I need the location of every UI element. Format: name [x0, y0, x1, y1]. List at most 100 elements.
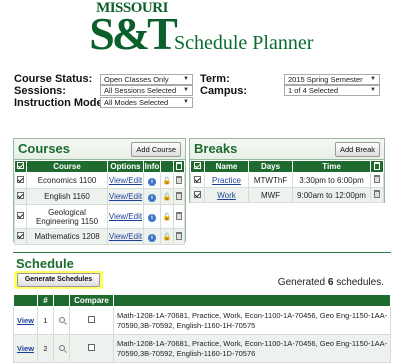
course-checkbox[interactable]: [17, 232, 24, 239]
info-icon[interactable]: i: [148, 233, 156, 242]
breaks-title: Breaks: [194, 141, 238, 156]
magnifier-icon[interactable]: [58, 345, 65, 351]
preview-column-header: [53, 294, 70, 307]
select-all-column: [14, 160, 27, 173]
course-checkbox[interactable]: [17, 176, 24, 183]
lock-icon[interactable]: 🔓: [163, 233, 172, 241]
view-edit-link[interactable]: View/Edit: [109, 192, 142, 201]
compare-checkbox[interactable]: [88, 344, 95, 351]
break-checkbox[interactable]: [194, 175, 201, 183]
description-column-header: [113, 294, 391, 307]
lock-icon[interactable]: 🔓: [163, 177, 172, 185]
courses-table: Course Options Info Economics 1100 View/…: [14, 160, 185, 245]
trash-icon[interactable]: [176, 211, 182, 220]
break-name-link[interactable]: Work: [217, 191, 236, 200]
chevron-down-icon: ▼: [183, 76, 189, 82]
generated-count: 6: [327, 277, 334, 288]
course-name: English 1160: [26, 188, 108, 205]
course-checkbox[interactable]: [17, 192, 24, 199]
term-select[interactable]: 2015 Spring Semester ▼: [284, 74, 380, 85]
trash-icon: [176, 161, 182, 170]
view-schedule-link[interactable]: View: [17, 316, 34, 325]
course-row: Geological Engineering 1150 View/Edit i …: [14, 204, 185, 229]
view-edit-link[interactable]: View/Edit: [109, 232, 142, 241]
sessions-select[interactable]: All Sessions Selected ▼: [100, 85, 193, 96]
break-time: 3:30pm to 6:00pm: [292, 172, 371, 188]
trash-icon[interactable]: [176, 191, 182, 200]
instruction-mode-select[interactable]: All Modes Selected ▼: [100, 97, 193, 108]
delete-column-header: [370, 160, 384, 173]
schedule-table: # Compare View 1 Math-1208-1A-70681, Pra…: [13, 294, 391, 363]
view-edit-link[interactable]: View/Edit: [109, 212, 142, 221]
lock-icon[interactable]: 🔓: [163, 193, 172, 201]
select-all-checkbox[interactable]: [194, 162, 201, 169]
select-all-checkbox[interactable]: [17, 162, 24, 169]
add-course-button[interactable]: Add Course: [131, 142, 181, 157]
time-column-header: Time: [292, 160, 371, 173]
courses-panel-header: Courses Add Course: [14, 139, 185, 160]
breaks-table: Name Days Time Practice MTWThF 3:30pm to…: [190, 160, 384, 203]
trash-icon[interactable]: [176, 231, 182, 240]
logo: MISSOURI S&T: [82, 0, 182, 62]
course-row: Economics 1100 View/Edit i 🔓: [14, 172, 185, 189]
course-checkbox[interactable]: [17, 212, 24, 219]
course-row: Mathematics 1208 View/Edit i 🔓: [14, 228, 185, 245]
lock-icon[interactable]: 🔓: [163, 213, 172, 221]
schedule-title: Schedule: [16, 256, 74, 271]
break-checkbox[interactable]: [194, 190, 201, 198]
options-column-header: Options: [107, 160, 144, 173]
course-name: Mathematics 1208: [26, 228, 108, 245]
chevron-down-icon: ▼: [183, 87, 189, 93]
generate-highlight: Generate Schedules: [14, 271, 103, 289]
course-column-header: Course: [26, 160, 108, 173]
view-column-header: [13, 294, 38, 307]
compare-column-header: Compare: [69, 294, 114, 307]
schedule-row: View 1 Math-1208-1A-70681, Practice, Wor…: [13, 306, 391, 335]
info-icon[interactable]: i: [148, 177, 156, 186]
course-name: Economics 1100: [26, 172, 108, 189]
trash-icon[interactable]: [374, 190, 380, 198]
break-time: 9:00am to 12:00pm: [292, 187, 371, 203]
campus-label: Campus:: [200, 85, 248, 97]
breaks-panel: Breaks Add Break Name Days Time Practice…: [189, 138, 385, 203]
logo-st-text: S&T: [89, 8, 178, 59]
info-column-header: Info: [143, 160, 161, 173]
campus-select[interactable]: 1 of 4 Selected ▼: [284, 85, 380, 96]
chevron-down-icon: ▼: [183, 99, 189, 105]
schedule-row: View 2 Math-1208-1A-70681, Practice, Wor…: [13, 334, 391, 363]
generate-schedules-button[interactable]: Generate Schedules: [17, 273, 100, 287]
break-days: MTWThF: [248, 172, 293, 188]
delete-column-header: [173, 160, 185, 173]
chevron-down-icon: ▼: [370, 87, 376, 93]
break-name-link[interactable]: Practice: [212, 176, 241, 185]
select-all-column: [190, 160, 205, 173]
name-column-header: Name: [204, 160, 249, 173]
schedule-description: Math-1208-1A-70681, Practice, Work, Econ…: [113, 334, 391, 363]
course-status-label: Course Status:: [14, 73, 93, 85]
chevron-down-icon: ▼: [370, 76, 376, 82]
info-icon[interactable]: i: [148, 213, 156, 222]
add-break-button[interactable]: Add Break: [334, 142, 380, 157]
trash-icon[interactable]: [374, 175, 380, 183]
trash-icon[interactable]: [176, 175, 182, 184]
schedule-number: 2: [37, 334, 54, 363]
number-column-header: #: [37, 294, 54, 307]
view-edit-link[interactable]: View/Edit: [109, 176, 142, 185]
compare-checkbox[interactable]: [88, 316, 95, 323]
breaks-panel-header: Breaks Add Break: [190, 139, 384, 160]
courses-panel: Courses Add Course Course Options Info E…: [13, 138, 186, 245]
trash-icon: [374, 161, 380, 170]
schedule-description: Math-1208-1A-70681, Practice, Work, Econ…: [113, 306, 391, 335]
term-label: Term:: [200, 73, 230, 85]
sessions-label: Sessions:: [14, 85, 66, 97]
break-row: Work MWF 9:00am to 12:00pm: [190, 187, 384, 203]
course-status-select[interactable]: Open Classes Only ▼: [100, 74, 193, 85]
view-schedule-link[interactable]: View: [17, 344, 34, 353]
info-icon[interactable]: i: [148, 193, 156, 202]
magnifier-icon[interactable]: [58, 317, 65, 323]
break-days: MWF: [248, 187, 293, 203]
course-row: English 1160 View/Edit i 🔓: [14, 188, 185, 205]
generated-count-text: Generated 6 schedules.: [277, 277, 384, 288]
page-title: Schedule Planner: [174, 32, 314, 54]
lock-column-header: [160, 160, 174, 173]
